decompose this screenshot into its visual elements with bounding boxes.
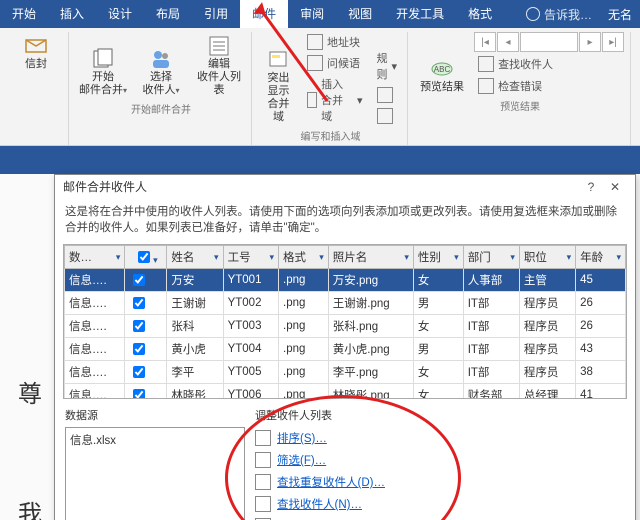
tab-format[interactable]: 格式 bbox=[456, 0, 504, 28]
people-icon bbox=[149, 47, 173, 71]
find-recipient-button[interactable]: 查找收件人 bbox=[474, 54, 624, 74]
first-record-button[interactable]: |◂ bbox=[474, 32, 496, 52]
tab-references[interactable]: 引用 bbox=[192, 0, 240, 28]
table-row[interactable]: 信息….林晓彤YT006.png林晓彤.png女财务部总经理41 bbox=[65, 384, 626, 399]
address-block-button[interactable]: 地址块 bbox=[303, 32, 367, 52]
check-errors-button[interactable]: 检查错误 bbox=[474, 76, 624, 96]
row-checkbox[interactable] bbox=[133, 389, 145, 399]
prev-record-button[interactable]: ◂ bbox=[497, 32, 519, 52]
highlight-icon bbox=[266, 48, 290, 72]
search-icon bbox=[478, 56, 494, 72]
close-button[interactable]: ✕ bbox=[603, 180, 627, 194]
tab-insert[interactable]: 插入 bbox=[48, 0, 96, 28]
match-fields-button[interactable] bbox=[373, 85, 402, 105]
update-icon bbox=[377, 108, 393, 124]
datasource-label: 数据源 bbox=[65, 407, 245, 423]
insert-field-icon bbox=[307, 92, 317, 108]
row-checkbox[interactable] bbox=[133, 320, 145, 332]
group-caption-preview: 预览结果 bbox=[416, 98, 624, 113]
datasource-list[interactable]: 信息.xlsx bbox=[65, 427, 245, 520]
tab-view[interactable]: 视图 bbox=[336, 0, 384, 28]
tab-developer[interactable]: 开发工具 bbox=[384, 0, 456, 28]
record-nav: |◂ ◂ ▸ ▸| bbox=[474, 32, 624, 52]
help-button[interactable]: ? bbox=[579, 180, 603, 194]
duplicates-icon bbox=[255, 474, 271, 490]
table-row[interactable]: 信息….李平YT005.png李平.png女IT部程序员38 bbox=[65, 361, 626, 384]
insert-merge-field-button[interactable]: 插入合并域 ▾ bbox=[303, 74, 367, 126]
adjust-list-label: 调整收件人列表 bbox=[255, 407, 625, 423]
column-header[interactable]: 部门▾ bbox=[463, 246, 519, 269]
address-block-icon bbox=[307, 34, 323, 50]
row-checkbox[interactable] bbox=[133, 343, 145, 355]
column-header[interactable]: 年龄▾ bbox=[576, 246, 626, 269]
lightbulb-icon bbox=[526, 7, 540, 21]
envelope-icon bbox=[24, 34, 48, 58]
column-header[interactable]: 姓名▾ bbox=[167, 246, 223, 269]
tab-design[interactable]: 设计 bbox=[96, 0, 144, 28]
user-label: 无名 bbox=[600, 6, 640, 23]
tab-start[interactable]: 开始 bbox=[0, 0, 48, 28]
find-recipient-link[interactable]: 查找收件人(N)… bbox=[255, 493, 625, 515]
record-number-input[interactable] bbox=[520, 32, 578, 52]
row-checkbox[interactable] bbox=[133, 274, 145, 286]
mailmerge-recipients-dialog: 邮件合并收件人 ? ✕ 这是将在合并中使用的收件人列表。请使用下面的选项向列表添… bbox=[54, 174, 636, 520]
greeting-icon bbox=[307, 55, 323, 71]
find-duplicates-link[interactable]: 查找重复收件人(D)… bbox=[255, 471, 625, 493]
ribbon-tabs: 开始 插入 设计 布局 引用 邮件 审阅 视图 开发工具 格式 告诉我… 无名 bbox=[0, 0, 640, 28]
column-header[interactable]: 照片名▾ bbox=[328, 246, 413, 269]
ribbon-toolbar: 信封 开始邮件合并▾ 选择收件人▾ 编辑收件人列表 开始邮件合并 突出显示合并域… bbox=[0, 28, 640, 146]
document-text: 我 bbox=[18, 494, 42, 520]
next-record-button[interactable]: ▸ bbox=[579, 32, 601, 52]
sort-link[interactable]: 排序(S)… bbox=[255, 427, 625, 449]
dialog-title: 邮件合并收件人 bbox=[63, 178, 579, 195]
highlight-fields-button[interactable]: 突出显示合并域 bbox=[260, 46, 297, 126]
last-record-button[interactable]: ▸| bbox=[602, 32, 624, 52]
table-row[interactable]: 信息….王谢谢YT002.png王谢谢.png男IT部程序员26 bbox=[65, 292, 626, 315]
edit-recipients-button[interactable]: 编辑收件人列表 bbox=[193, 32, 245, 99]
group-caption-write: 编写和插入域 bbox=[260, 128, 401, 143]
validate-address-link[interactable]: 验证地址(V)… bbox=[255, 515, 625, 520]
row-checkbox[interactable] bbox=[133, 366, 145, 378]
column-header[interactable]: 职位▾ bbox=[519, 246, 575, 269]
tell-me[interactable]: 告诉我… bbox=[518, 6, 600, 23]
preview-results-button[interactable]: ABC预览结果 bbox=[416, 55, 468, 96]
svg-text:ABC: ABC bbox=[434, 65, 451, 74]
check-icon bbox=[478, 78, 494, 94]
document-text: 尊 bbox=[18, 374, 42, 409]
tab-mailings[interactable]: 邮件 bbox=[240, 0, 288, 28]
dialog-description: 这是将在合并中使用的收件人列表。请使用下面的选项向列表添加项或更改列表。请使用复… bbox=[55, 198, 635, 244]
edit-list-icon bbox=[207, 34, 231, 58]
greeting-line-button[interactable]: 问候语 bbox=[303, 53, 367, 73]
table-row[interactable]: 信息….黄小虎YT004.png黄小虎.png男IT部程序员43 bbox=[65, 338, 626, 361]
rules-button[interactable]: 规则 ▾ bbox=[373, 48, 402, 84]
column-header[interactable]: ▾ bbox=[125, 246, 167, 269]
envelope-button[interactable]: 信封 bbox=[10, 32, 62, 73]
select-all-checkbox[interactable] bbox=[138, 251, 150, 263]
row-checkbox[interactable] bbox=[133, 297, 145, 309]
sort-icon bbox=[255, 430, 271, 446]
ruler-bar bbox=[0, 146, 640, 174]
preview-icon: ABC bbox=[430, 57, 454, 81]
tab-review[interactable]: 审阅 bbox=[288, 0, 336, 28]
table-row[interactable]: 信息….万安YT001.png万安.png女人事部主管45 bbox=[65, 269, 626, 292]
group-caption-start: 开始邮件合并 bbox=[77, 101, 245, 116]
column-header[interactable]: 数…▾ bbox=[65, 246, 125, 269]
mailmerge-icon bbox=[91, 47, 115, 71]
column-header[interactable]: 性别▾ bbox=[413, 246, 463, 269]
recipients-grid[interactable]: 数…▾▾姓名▾工号▾格式▾照片名▾性别▾部门▾职位▾年龄▾ 信息….万安YT00… bbox=[63, 244, 627, 399]
find-icon bbox=[255, 496, 271, 512]
match-icon bbox=[377, 87, 393, 103]
column-header[interactable]: 格式▾ bbox=[279, 246, 329, 269]
start-mailmerge-button[interactable]: 开始邮件合并▾ bbox=[77, 45, 129, 99]
tab-layout[interactable]: 布局 bbox=[144, 0, 192, 28]
select-recipients-button[interactable]: 选择收件人▾ bbox=[135, 45, 187, 99]
column-header[interactable]: 工号▾ bbox=[223, 246, 278, 269]
update-labels-button[interactable] bbox=[373, 106, 402, 126]
filter-icon bbox=[255, 452, 271, 468]
filter-link[interactable]: 筛选(F)… bbox=[255, 449, 625, 471]
table-row[interactable]: 信息….张科YT003.png张科.png女IT部程序员26 bbox=[65, 315, 626, 338]
